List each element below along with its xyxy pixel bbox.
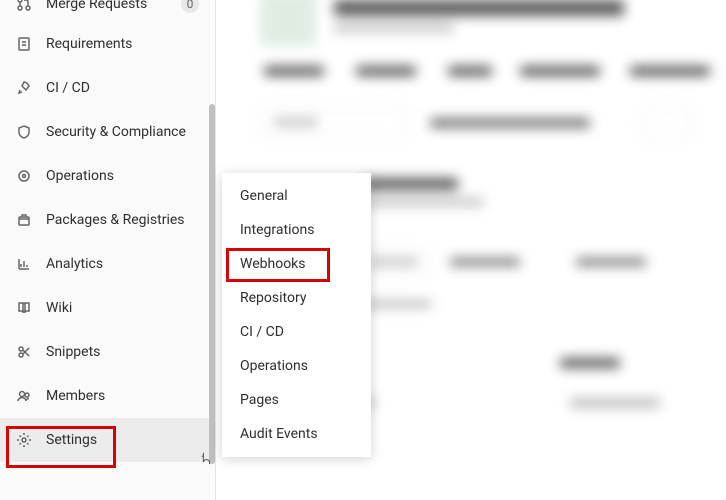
sidebar-item-settings[interactable]: Settings <box>0 418 215 462</box>
sidebar-item-label: Snippets <box>46 344 199 360</box>
sidebar-item-members[interactable]: Members <box>0 374 215 418</box>
members-icon <box>16 388 32 404</box>
requirements-icon <box>16 36 32 52</box>
sidebar-item-label: Merge Requests <box>46 0 167 12</box>
settings-submenu: General Integrations Webhooks Repository… <box>222 173 371 457</box>
sidebar-item-label: CI / CD <box>46 80 199 96</box>
sidebar-item-operations[interactable]: Operations <box>0 154 215 198</box>
sidebar-item-requirements[interactable]: Requirements <box>0 22 215 66</box>
sidebar-item-label: Analytics <box>46 256 199 272</box>
merge-request-icon <box>16 0 32 12</box>
submenu-item-operations[interactable]: Operations <box>222 349 371 383</box>
sidebar-item-cicd[interactable]: CI / CD <box>0 66 215 110</box>
sidebar-item-label: Settings <box>46 432 199 448</box>
gear-icon <box>16 432 32 448</box>
sidebar-item-merge-requests[interactable]: Merge Requests 0 <box>0 0 215 22</box>
sidebar-item-label: Requirements <box>46 36 199 52</box>
submenu-item-audit-events[interactable]: Audit Events <box>222 417 371 451</box>
package-icon <box>16 212 32 228</box>
submenu-item-label: Webhooks <box>240 256 306 272</box>
sidebar-item-security[interactable]: Security & Compliance <box>0 110 215 154</box>
submenu-item-label: Repository <box>240 290 306 306</box>
chart-icon <box>16 256 32 272</box>
sidebar-item-label: Security & Compliance <box>46 124 199 140</box>
sidebar-item-snippets[interactable]: Snippets <box>0 330 215 374</box>
sidebar-item-label: Wiki <box>46 300 199 316</box>
scissors-icon <box>16 344 32 360</box>
submenu-item-label: Operations <box>240 358 308 374</box>
submenu-item-label: CI / CD <box>240 324 284 340</box>
sidebar-scrollbar[interactable] <box>209 104 215 464</box>
operations-icon <box>16 168 32 184</box>
sidebar-item-label: Members <box>46 388 199 404</box>
submenu-item-label: Integrations <box>240 222 314 238</box>
submenu-item-pages[interactable]: Pages <box>222 383 371 417</box>
submenu-item-label: Pages <box>240 392 279 408</box>
book-icon <box>16 300 32 316</box>
project-sidebar: Merge Requests 0 Requirements CI / CD <box>0 0 216 500</box>
sidebar-item-wiki[interactable]: Wiki <box>0 286 215 330</box>
rocket-icon <box>16 80 32 96</box>
sidebar-item-label: Operations <box>46 168 199 184</box>
sidebar-item-packages[interactable]: Packages & Registries <box>0 198 215 242</box>
submenu-item-cicd[interactable]: CI / CD <box>222 315 371 349</box>
submenu-item-general[interactable]: General <box>222 179 371 213</box>
submenu-item-integrations[interactable]: Integrations <box>222 213 371 247</box>
merge-requests-badge: 0 <box>181 0 199 13</box>
sidebar-item-label: Packages & Registries <box>46 212 199 228</box>
sidebar-item-analytics[interactable]: Analytics <box>0 242 215 286</box>
submenu-item-label: Audit Events <box>240 426 318 442</box>
submenu-item-label: General <box>240 188 288 204</box>
submenu-item-repository[interactable]: Repository <box>222 281 371 315</box>
submenu-item-webhooks[interactable]: Webhooks <box>222 247 371 281</box>
shield-icon <box>16 124 32 140</box>
